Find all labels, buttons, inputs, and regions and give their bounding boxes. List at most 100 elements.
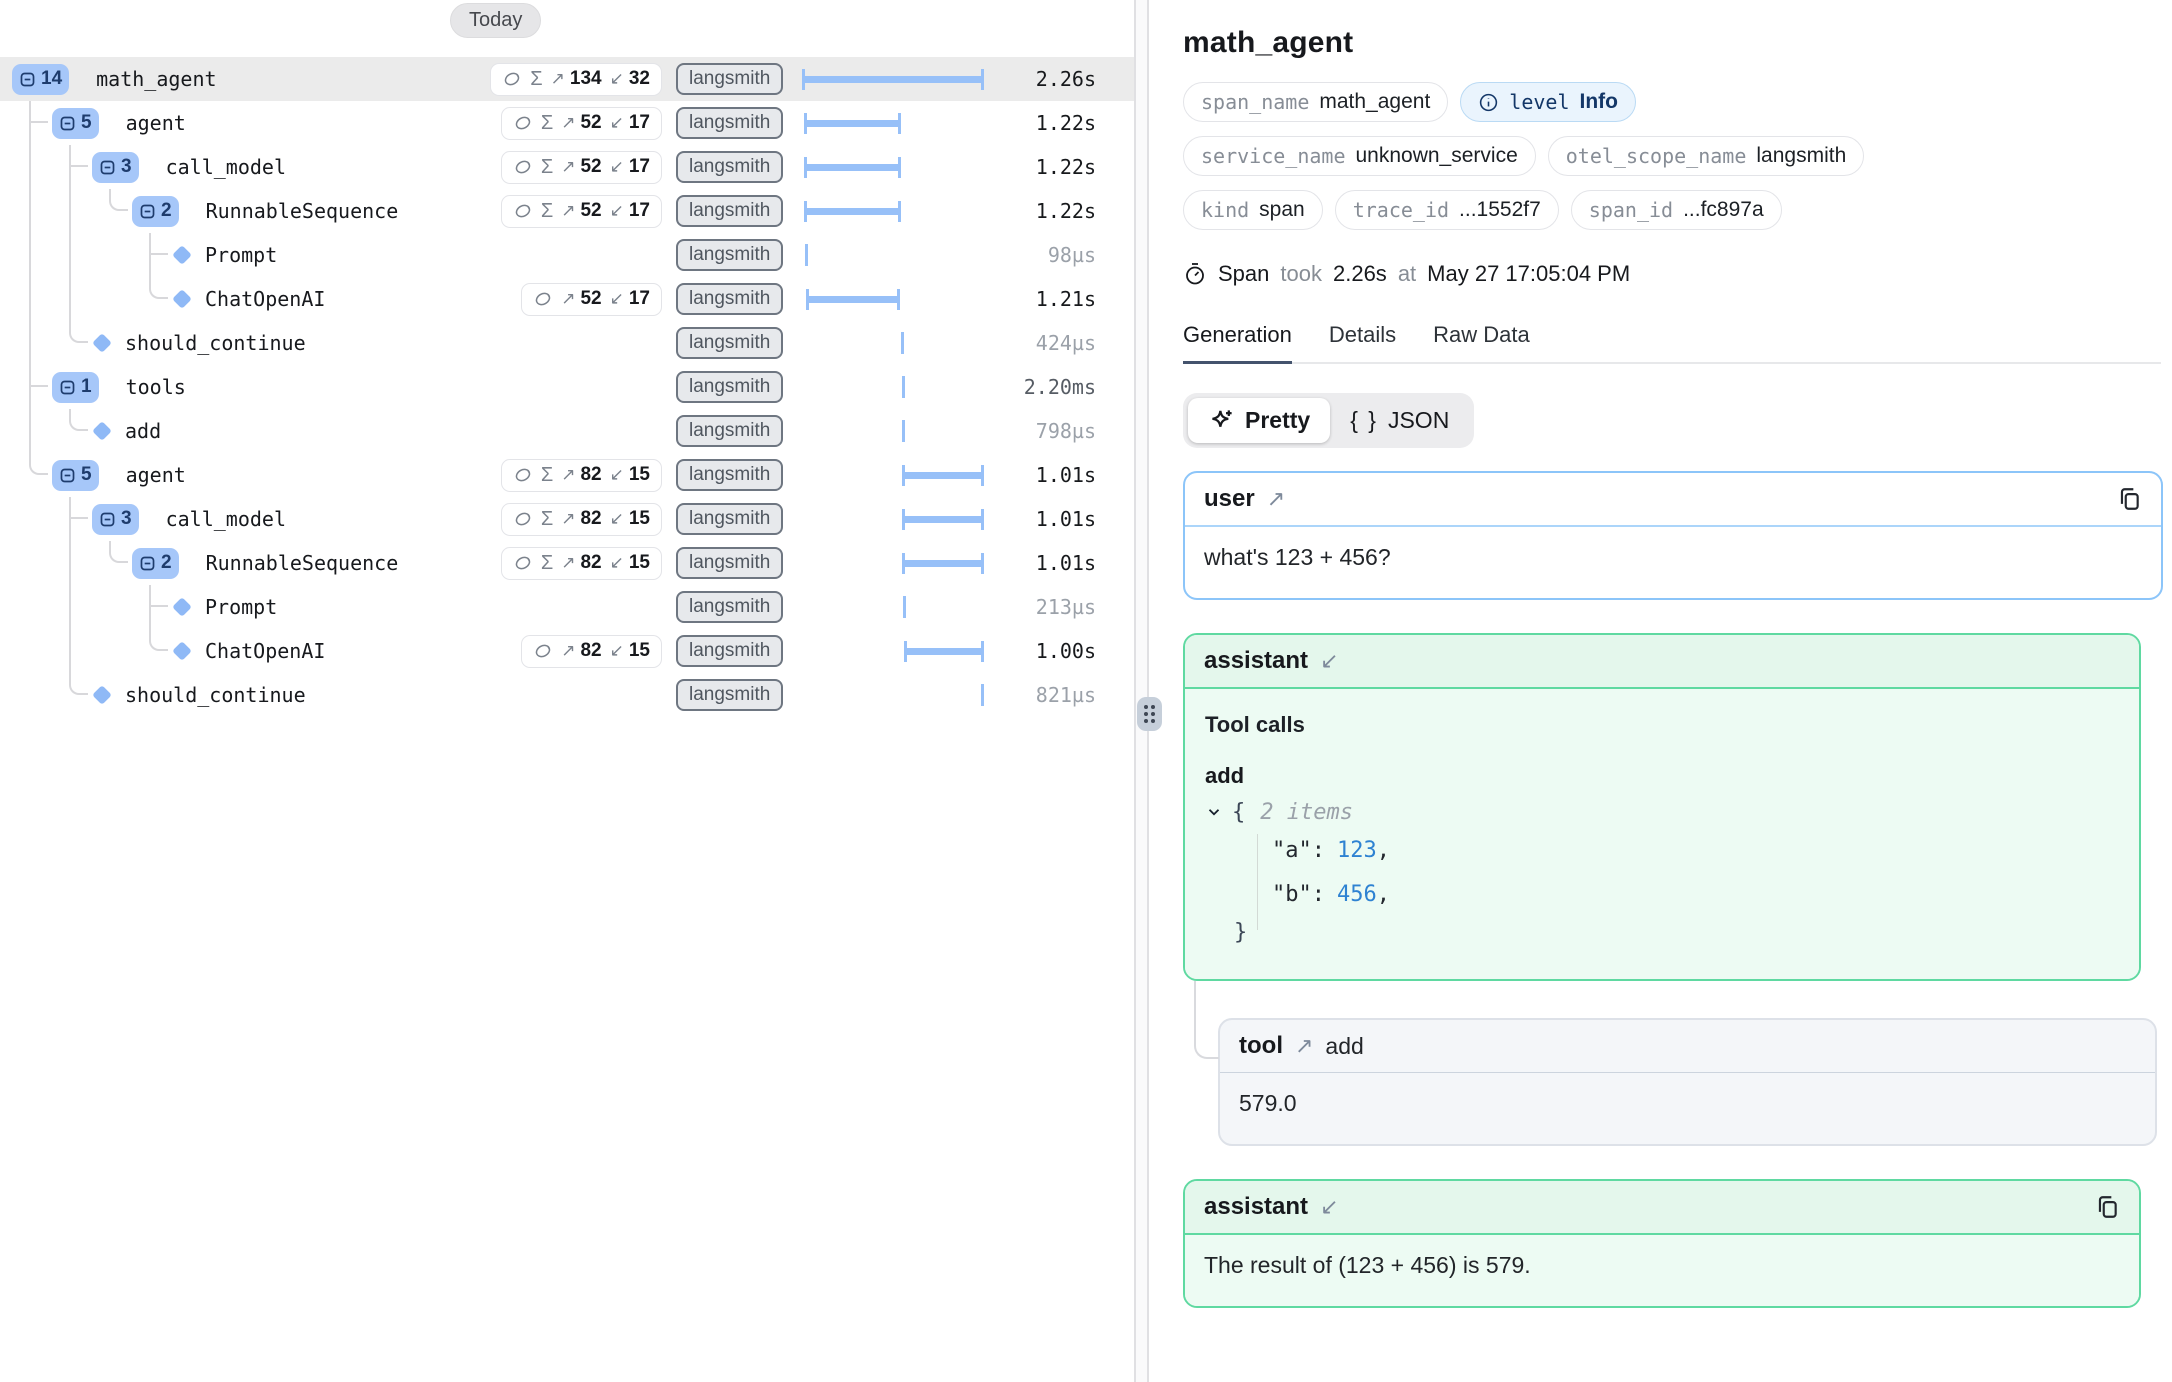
tool-call-name: add <box>1205 763 2119 789</box>
copy-button[interactable] <box>2094 1194 2120 1220</box>
timeline-tick <box>805 244 808 266</box>
collapse-badge[interactable]: 2 <box>132 548 179 579</box>
tree-row-Prompt[interactable]: Promptlangsmith213µs <box>0 585 1134 629</box>
tag-key: service_name <box>1201 144 1346 168</box>
tag-service_name[interactable]: service_nameunknown_service <box>1183 136 1536 176</box>
timeline-tick <box>981 684 984 706</box>
vendor-badge: langsmith <box>676 591 783 623</box>
tag-trace_id[interactable]: trace_id...1552f7 <box>1335 190 1559 230</box>
tree-row-ChatOpenAI[interactable]: ChatOpenAI↗52↙17langsmith1.21s <box>0 277 1134 321</box>
token-metrics-pill: Σ↗52↙17 <box>501 107 662 140</box>
collapse-badge[interactable]: 2 <box>132 196 179 227</box>
vendor-badge: langsmith <box>676 195 783 227</box>
sigma-icon: Σ <box>541 464 553 487</box>
role-label: assistant <box>1204 647 1308 675</box>
copy-button[interactable] <box>2116 486 2142 512</box>
tab-details[interactable]: Details <box>1329 322 1396 364</box>
tree-row-Prompt[interactable]: Promptlangsmith98µs <box>0 233 1134 277</box>
input-tokens-arrow-icon: ↗ <box>561 201 575 221</box>
tree-row-RunnableSequence[interactable]: 2RunnableSequenceΣ↗82↙15langsmith1.01s <box>0 541 1134 585</box>
timeline-track <box>801 233 983 277</box>
tokens-coin-icon <box>513 113 533 133</box>
span-tags: span_namemath_agent levelInfo service_name… <box>1183 82 2160 230</box>
span-name-label: call_model <box>166 155 286 179</box>
duration-label: 424µs <box>1036 321 1096 365</box>
tag-level[interactable]: levelInfo <box>1460 82 1636 122</box>
collapse-badge[interactable]: 3 <box>92 504 139 535</box>
tree-row-tools[interactable]: 1toolslangsmith2.20ms <box>0 365 1134 409</box>
tab-raw-data[interactable]: Raw Data <box>1433 322 1530 364</box>
child-count: 2 <box>161 552 172 574</box>
tree-row-should_continue[interactable]: should_continuelangsmith821µs <box>0 673 1134 717</box>
span-name-label: tools <box>126 375 186 399</box>
output-tokens-arrow-icon: ↙ <box>610 201 624 221</box>
json-entries: "a":123,"b":456, <box>1205 828 2119 916</box>
span-name-label: Prompt <box>205 595 277 619</box>
output-tokens: 17 <box>629 200 650 222</box>
tree-row-call_model[interactable]: 3call_modelΣ↗82↙15langsmith1.01s <box>0 497 1134 541</box>
duration-label: 1.22s <box>1036 189 1096 233</box>
copy-icon <box>2094 1194 2120 1220</box>
tree-row-ChatOpenAI[interactable]: ChatOpenAI↗82↙15langsmith1.00s <box>0 629 1134 673</box>
tree-row-add[interactable]: addlangsmith798µs <box>0 409 1134 453</box>
close-brace: } <box>1234 920 1247 945</box>
timeline-bar <box>805 208 901 215</box>
output-tokens-arrow-icon: ↙ <box>610 69 624 89</box>
message-header: assistant ↙ <box>1185 635 2139 689</box>
tokens-coin-icon <box>513 509 533 529</box>
timeline-tick <box>903 596 906 618</box>
tag-otel_scope_name[interactable]: otel_scope_namelangsmith <box>1548 136 1865 176</box>
vendor-badge: langsmith <box>676 547 783 579</box>
span-name-label: math_agent <box>96 67 216 91</box>
token-metrics-pill: Σ↗52↙17 <box>501 195 662 228</box>
collapse-badge[interactable]: 14 <box>12 64 69 95</box>
leaf-diamond-icon <box>92 685 112 705</box>
panel-resize-handle[interactable] <box>1137 697 1162 731</box>
tag-value: math_agent <box>1319 90 1430 114</box>
duration-label: 1.22s <box>1036 101 1096 145</box>
input-tokens-arrow-icon: ↗ <box>551 69 565 89</box>
json-indent-guide <box>1257 834 1258 930</box>
tree-row-agent[interactable]: 5agentΣ↗52↙17langsmith1.22s <box>0 101 1134 145</box>
view-toggle-json[interactable]: { }JSON <box>1330 398 1469 443</box>
view-toggle-label: JSON <box>1388 407 1449 434</box>
leaf-diamond-icon <box>172 245 192 265</box>
span-name-label: ChatOpenAI <box>205 287 325 311</box>
output-tokens-arrow-icon: ↙ <box>610 157 624 177</box>
vendor-badge: langsmith <box>676 327 783 359</box>
tree-row-math_agent[interactable]: 14math_agentΣ↗134↙32langsmith2.26s <box>0 57 1134 101</box>
leaf-diamond-icon <box>92 333 112 353</box>
collapse-badge[interactable]: 5 <box>52 108 99 139</box>
json-root-line[interactable]: { 2 items <box>1205 796 2119 828</box>
duration-label: 821µs <box>1036 673 1096 717</box>
tag-span_id[interactable]: span_id...fc897a <box>1571 190 1782 230</box>
json-key: "a": <box>1272 838 1325 863</box>
tab-generation[interactable]: Generation <box>1183 322 1292 364</box>
tag-kind[interactable]: kindspan <box>1183 190 1323 230</box>
panel-divider[interactable] <box>1134 0 1149 1382</box>
tag-row: service_nameunknown_service otel_scope_na… <box>1183 136 2160 176</box>
json-close-line: } <box>1205 916 2119 948</box>
tree-row-RunnableSequence[interactable]: 2RunnableSequenceΣ↗52↙17langsmith1.22s <box>0 189 1134 233</box>
trace-tree: 14math_agentΣ↗134↙32langsmith2.26s5agent… <box>0 0 1134 760</box>
sigma-icon: Σ <box>541 112 553 135</box>
page-title: math_agent <box>1183 26 2160 60</box>
collapse-badge[interactable]: 5 <box>52 460 99 491</box>
tree-row-agent[interactable]: 5agentΣ↗82↙15langsmith1.01s <box>0 453 1134 497</box>
tree-row-should_continue[interactable]: should_continuelangsmith424µs <box>0 321 1134 365</box>
collapse-badge[interactable]: 1 <box>52 372 99 403</box>
duration-label: 2.26s <box>1036 57 1096 101</box>
span-detail-panel: math_agent span_namemath_agentlevelInfos… <box>1160 0 2172 1382</box>
view-toggle-pretty[interactable]: Pretty <box>1188 398 1330 443</box>
collapse-badge[interactable]: 3 <box>92 152 139 183</box>
tag-span_name[interactable]: span_namemath_agent <box>1183 82 1448 122</box>
output-tokens: 15 <box>629 464 650 486</box>
output-tokens: 17 <box>629 288 650 310</box>
vendor-badge: langsmith <box>676 151 783 183</box>
metrics-wrap: Σ↗82↙15 <box>408 541 662 585</box>
input-tokens: 134 <box>570 68 602 90</box>
tree-row-call_model[interactable]: 3call_modelΣ↗52↙17langsmith1.22s <box>0 145 1134 189</box>
duration-label: 2.20ms <box>1024 365 1096 409</box>
leaf-diamond-icon <box>92 421 112 441</box>
token-metrics-pill: ↗82↙15 <box>521 635 662 668</box>
